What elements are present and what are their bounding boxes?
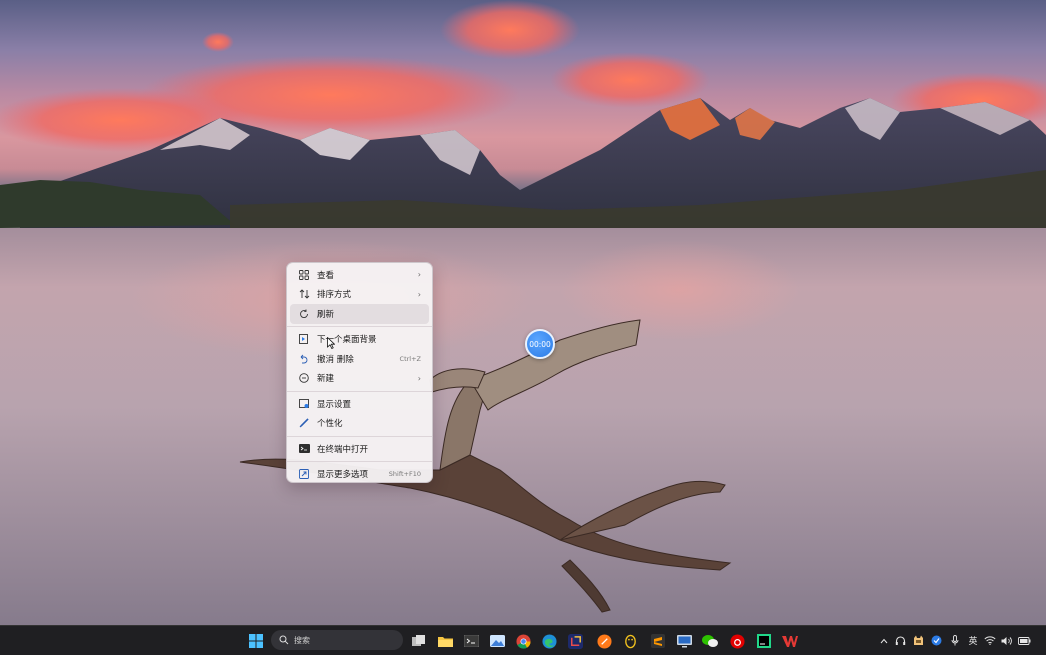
menu-item-shortcut: Ctrl+Z <box>399 354 421 363</box>
cat-app-icon[interactable] <box>909 635 927 646</box>
chrome-icon <box>515 633 531 649</box>
microphone-icon[interactable] <box>945 635 965 646</box>
wechat-button[interactable] <box>700 631 720 651</box>
pycharm-button[interactable] <box>754 631 774 651</box>
netease-music-icon <box>729 633 745 649</box>
pycharm-icon <box>757 634 771 648</box>
desktop-context-menu: 查看 › 排序方式 › 刷新 下一个桌面背景 撤消 删除 Ctrl+Z 新建 › <box>286 262 433 483</box>
wifi-icon[interactable] <box>981 636 999 645</box>
landscape-wallpaper <box>0 0 1046 625</box>
menu-item-label: 排序方式 <box>317 290 352 301</box>
terminal-app-button[interactable] <box>461 631 481 651</box>
photos-icon <box>489 635 505 647</box>
menu-item-new[interactable]: 新建 › <box>290 369 429 389</box>
menu-item-display-settings[interactable]: 显示设置 <box>290 394 429 414</box>
menu-item-open-terminal[interactable]: 在终端中打开 <box>290 439 429 459</box>
menu-item-label: 在终端中打开 <box>317 444 369 455</box>
remote-desktop-icon <box>676 634 692 647</box>
sort-arrows-icon <box>296 287 312 301</box>
mouse-cursor-icon <box>327 337 335 349</box>
menu-item-show-more-options[interactable]: 显示更多选项 Shift+F10 <box>290 465 429 485</box>
timer-text: 00:00 <box>529 339 551 349</box>
wps-icon <box>782 635 798 647</box>
input-method-indicator[interactable]: 英 <box>965 634 981 647</box>
wechat-icon <box>702 635 718 647</box>
display-settings-icon <box>296 397 312 411</box>
taskbar-search-input[interactable]: 搜索 <box>271 630 403 650</box>
menu-item-label: 查看 <box>317 270 335 281</box>
photos-button[interactable] <box>487 631 507 651</box>
menu-item-label: 显示设置 <box>317 399 352 410</box>
task-view-button[interactable] <box>409 631 429 651</box>
chevron-up-icon[interactable] <box>877 638 891 644</box>
sublime-button[interactable] <box>648 631 668 651</box>
start-icon <box>249 634 263 648</box>
terminal-icon <box>296 442 312 456</box>
remote-desktop-button[interactable] <box>674 631 694 651</box>
edge-button[interactable] <box>539 631 559 651</box>
qq-penguin-button[interactable] <box>620 631 640 651</box>
menu-separator <box>287 390 432 392</box>
new-plus-icon <box>296 371 312 385</box>
chevron-right-icon: › <box>417 270 421 280</box>
task-view-icon <box>412 635 425 646</box>
file-explorer-icon <box>437 637 453 647</box>
terminal-app-icon <box>463 635 479 647</box>
menu-item-label: 显示更多选项 <box>317 470 369 481</box>
undo-icon <box>296 352 312 366</box>
netease-music-button[interactable] <box>727 631 747 651</box>
menu-item-undo-delete[interactable]: 撤消 删除 Ctrl+Z <box>290 349 429 369</box>
chevron-right-icon: › <box>417 289 421 299</box>
start-button[interactable] <box>246 631 266 651</box>
refresh-icon <box>296 307 312 321</box>
volume-icon[interactable] <box>999 636 1015 646</box>
menu-item-label: 撤消 删除 <box>317 354 354 365</box>
sublime-icon <box>651 634 665 648</box>
more-options-icon <box>296 467 312 481</box>
wps-button[interactable] <box>780 631 800 651</box>
battery-icon[interactable] <box>1015 636 1033 645</box>
capture-app-icon <box>567 633 583 649</box>
menu-item-label: 刷新 <box>317 309 335 320</box>
menu-separator <box>287 435 432 437</box>
headset-icon[interactable] <box>891 635 909 646</box>
edge-icon <box>541 633 557 649</box>
qq-penguin-icon <box>624 634 636 648</box>
system-tray: 英 <box>877 626 1033 655</box>
search-placeholder: 搜索 <box>294 635 310 645</box>
shield-icon[interactable] <box>927 635 945 646</box>
menu-item-shortcut: Shift+F10 <box>388 470 421 479</box>
menu-item-label: 个性化 <box>317 419 343 430</box>
orange-app-button[interactable] <box>594 631 614 651</box>
view-grid-icon <box>296 268 312 282</box>
chrome-button[interactable] <box>513 631 533 651</box>
menu-separator <box>287 326 432 327</box>
timer-badge[interactable]: 00:00 <box>525 329 555 359</box>
desktop-wallpaper[interactable]: 00:00 <box>0 0 1046 625</box>
menu-item-label: 新建 <box>317 374 335 385</box>
menu-item-sort[interactable]: 排序方式 › <box>290 285 429 305</box>
capture-app-button[interactable] <box>565 631 585 651</box>
chevron-right-icon: › <box>417 373 421 383</box>
taskbar: 搜索 英 <box>0 625 1046 655</box>
menu-item-personalize[interactable]: 个性化 <box>290 414 429 434</box>
next-background-icon <box>296 332 312 346</box>
personalize-brush-icon <box>296 416 312 430</box>
search-icon <box>279 635 289 645</box>
orange-app-icon <box>596 633 612 649</box>
file-explorer-button[interactable] <box>435 631 455 651</box>
menu-item-next-background[interactable]: 下一个桌面背景 <box>290 330 429 350</box>
menu-separator <box>287 461 432 462</box>
menu-item-refresh[interactable]: 刷新 <box>290 304 429 324</box>
menu-item-view[interactable]: 查看 › <box>290 265 429 285</box>
